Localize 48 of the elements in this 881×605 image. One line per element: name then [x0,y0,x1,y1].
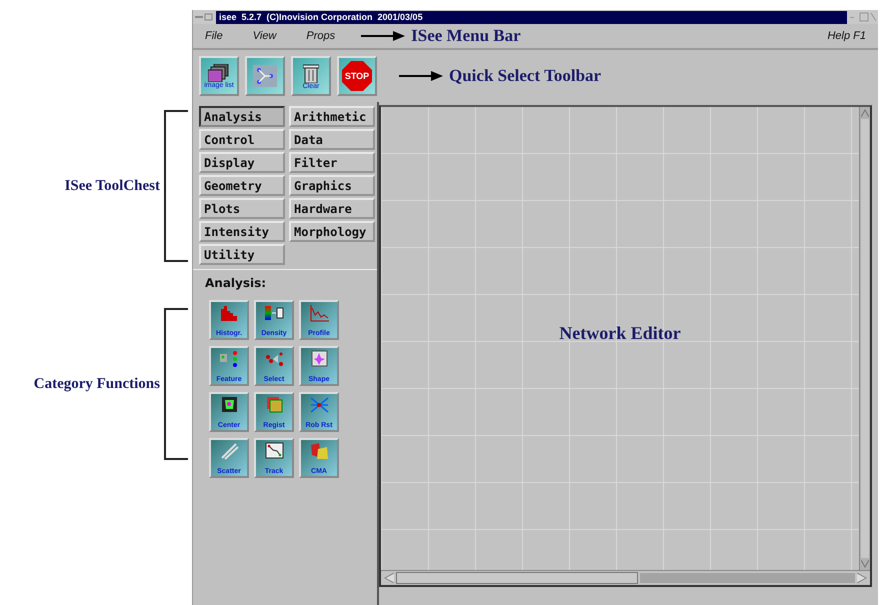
toolbar-button[interactable] [245,56,285,96]
image-stack-icon [208,64,230,82]
window-controls-icon[interactable] [850,12,876,22]
menu-item[interactable]: File [205,30,223,42]
category-button[interactable]: Arithmetic [289,106,375,127]
category-title: Analysis: [205,276,268,290]
category-button[interactable]: Display [199,152,285,173]
category-button[interactable]: Filter [289,152,375,173]
network-icon [253,65,277,87]
line-graph-icon [308,303,330,323]
path-plot-icon [264,441,284,461]
trash-can-icon [303,62,319,82]
category-button[interactable]: Hardware [289,198,375,219]
category-button[interactable]: Intensity [199,221,285,242]
category-button[interactable]: Graphics [289,175,375,196]
star-shape-icon [308,349,330,369]
left-arrow-icon[interactable] [384,573,394,583]
pointer-arrow [399,71,443,81]
dots-icon [218,349,240,369]
window-title: isee 5.2.7 (C)Inovision Corporation 2001/03/05 [216,10,847,24]
network-editor[interactable]: Network Editor [379,105,872,587]
stylus-icon [218,441,240,461]
help-menu[interactable]: Help F1 [827,30,866,42]
color-shapes-icon [308,441,330,461]
annotation-label: ISee Menu Bar [411,26,521,46]
category-button[interactable]: Morphology [289,221,375,242]
right-arrow-icon[interactable] [857,573,867,583]
category-button[interactable]: Control [199,129,285,150]
scrollbar-thumb[interactable] [396,572,638,584]
vertical-scrollbar[interactable] [859,107,870,570]
annotation-label: ISee ToolChest [64,178,160,194]
gradient-icon [264,303,284,323]
menu-item[interactable]: Props [306,30,336,42]
crossing-lines-icon [308,395,330,415]
category-button[interactable]: Plots [199,198,285,219]
annotation-label: Quick Select Toolbar [449,66,602,86]
bar-chart-icon [218,303,240,323]
menu-item[interactable]: View [252,30,276,42]
scrollbar-thumb[interactable] [861,119,869,558]
pointer-arrow [361,31,406,41]
annotation-label: Network Editor [559,323,681,344]
window-menu-icon[interactable] [195,13,213,21]
horizontal-scrollbar[interactable] [381,570,870,585]
category-button[interactable]: Utility [199,244,285,265]
annotation-label: Category Functions [34,376,160,392]
category-button[interactable]: Geometry [199,175,285,196]
category-button[interactable]: Data [289,129,375,150]
category-button[interactable]: Analysis [199,106,285,127]
